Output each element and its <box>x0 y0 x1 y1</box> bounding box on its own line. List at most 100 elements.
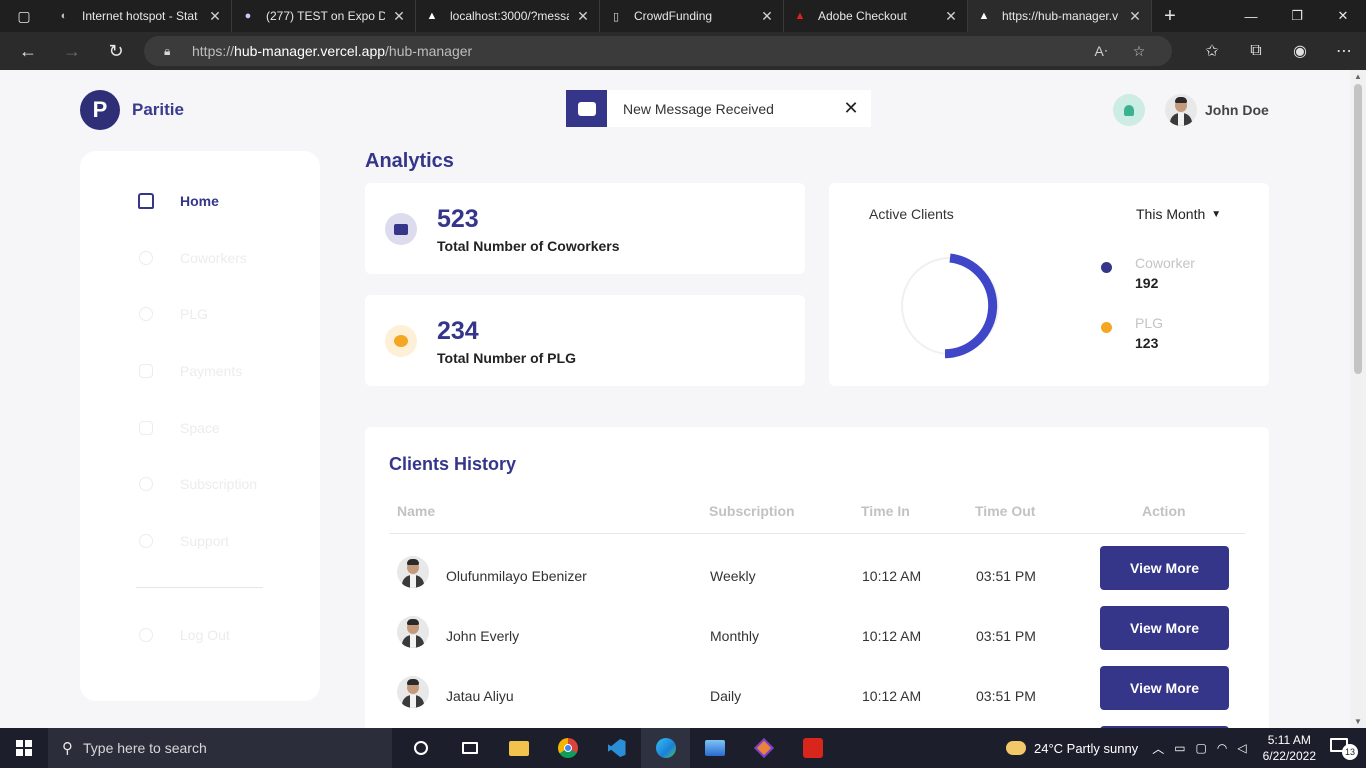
sidebar-item-plg[interactable]: PLG <box>136 304 208 324</box>
donut-chart <box>901 253 999 359</box>
brand-logo[interactable]: P Paritie <box>80 90 184 130</box>
space-icon <box>136 418 156 438</box>
tab-title: Adobe Checkout <box>818 9 907 23</box>
table-row: John Everly Monthly 10:12 AM 03:51 PM Vi… <box>365 606 1269 666</box>
browser-tab[interactable]: ◐ Internet hotspot - Stat ✕ <box>48 0 232 32</box>
close-tab-icon[interactable]: ✕ <box>575 8 591 25</box>
search-icon: ⚲ <box>62 740 73 757</box>
toast-text: New Message Received <box>623 100 774 117</box>
chrome-icon[interactable] <box>543 728 592 768</box>
scroll-down-icon[interactable]: ▼ <box>1350 717 1366 726</box>
notification-center-icon[interactable]: 13 <box>1330 738 1358 760</box>
client-name: Olufunmilayo Ebenizer <box>446 568 587 584</box>
period-dropdown[interactable]: This Month ▼ <box>1136 206 1221 222</box>
sidebar-item-payments[interactable]: Payments <box>136 361 242 381</box>
read-aloud-icon[interactable]: Aᐧ <box>1082 43 1120 60</box>
restore-icon[interactable]: ❐ <box>1274 0 1320 32</box>
close-tab-icon[interactable]: ✕ <box>759 8 775 25</box>
subscription: Weekly <box>710 568 756 584</box>
active-clients-title: Active Clients <box>869 206 954 222</box>
close-tab-icon[interactable]: ✕ <box>1127 8 1143 25</box>
file-explorer-icon[interactable] <box>494 728 543 768</box>
page-scrollbar[interactable]: ▲ ▼ <box>1350 70 1366 728</box>
scrollbar-thumb[interactable] <box>1354 84 1362 374</box>
legend-dot <box>1101 262 1112 273</box>
brand-name: Paritie <box>132 100 184 119</box>
back-icon[interactable]: ← <box>6 32 50 70</box>
header-divider <box>389 533 1245 534</box>
paritie-logo-icon: P <box>80 90 120 130</box>
cortana-icon[interactable] <box>396 728 445 768</box>
sidebar-item-logout[interactable]: Log Out <box>136 625 230 645</box>
volume-icon[interactable]: ◁ <box>1237 741 1246 755</box>
clock[interactable]: 5:11 AM 6/22/2022 <box>1263 732 1316 764</box>
collections-icon[interactable]: ⧉ <box>1234 42 1278 60</box>
close-window-icon[interactable]: ✕ <box>1320 0 1366 32</box>
plg-icon <box>136 304 156 324</box>
legend-value: 192 <box>1135 275 1159 291</box>
edge-icon[interactable] <box>641 728 690 768</box>
sidebar-item-subscription[interactable]: Subscription <box>136 474 257 494</box>
refresh-icon[interactable]: ↻ <box>94 32 138 70</box>
view-more-button[interactable]: View More <box>1100 546 1229 590</box>
sidebar-item-label: Payments <box>180 363 243 379</box>
view-more-button[interactable]: View More <box>1100 666 1229 710</box>
legend-dot <box>1101 322 1112 333</box>
wifi-icon[interactable]: ◠ <box>1217 741 1227 755</box>
browser-tab[interactable]: ▲ Adobe Checkout ✕ <box>784 0 968 32</box>
battery-icon[interactable]: ▭ <box>1174 741 1185 755</box>
user-menu[interactable]: John Doe <box>1165 94 1269 126</box>
new-tab-icon[interactable]: + <box>1152 5 1188 28</box>
time-out: 03:51 PM <box>976 688 1036 704</box>
chevron-up-icon[interactable]: ︿ <box>1152 740 1164 757</box>
search-placeholder: Type here to search <box>83 740 207 756</box>
task-view-icon[interactable] <box>445 728 494 768</box>
close-tab-icon[interactable]: ✕ <box>943 8 959 25</box>
browser-tab[interactable]: ▲ localhost:3000/?messa ✕ <box>416 0 600 32</box>
start-button[interactable] <box>0 728 48 768</box>
weather-widget[interactable]: 24°C Partly sunny <box>1005 741 1138 756</box>
support-icon <box>136 531 156 551</box>
avatar <box>397 616 429 648</box>
tab-title: localhost:3000/?messa <box>450 9 569 23</box>
sidebar-item-support[interactable]: Support <box>136 531 229 551</box>
time-out: 03:51 PM <box>976 568 1036 584</box>
close-tab-icon[interactable]: ✕ <box>391 8 407 25</box>
time-in: 10:12 AM <box>862 688 922 704</box>
tab-actions-icon[interactable]: ▢ <box>0 0 48 32</box>
url-field[interactable]: 🔒︎ https://hub-manager.vercel.app/hub-ma… <box>144 36 1172 66</box>
sidebar-item-label: Log Out <box>180 627 230 643</box>
sidebar-divider <box>136 587 263 588</box>
browser-tab[interactable]: ● (277) TEST on Expo De ✕ <box>232 0 416 32</box>
minimize-icon[interactable]: — <box>1228 0 1274 32</box>
photos-icon[interactable] <box>690 728 739 768</box>
device-icon[interactable]: ▢ <box>1196 741 1207 755</box>
sidebar-item-home[interactable]: Home <box>136 191 219 211</box>
close-tab-icon[interactable]: ✕ <box>207 8 223 25</box>
url-scheme: https:// <box>192 43 235 59</box>
notification-bell-icon[interactable] <box>1113 94 1145 126</box>
legend-label: Coworker <box>1135 255 1195 271</box>
toast-close-icon[interactable]: ✕ <box>831 98 871 119</box>
active-clients-card: Active Clients This Month ▼ Coworker 192… <box>829 183 1269 386</box>
legend-label: PLG <box>1135 315 1164 331</box>
stat-label: Total Number of Coworkers <box>437 238 620 254</box>
acrobat-icon[interactable] <box>788 728 837 768</box>
forward-icon[interactable]: → <box>50 32 94 70</box>
vscode-icon[interactable] <box>592 728 641 768</box>
profile-icon[interactable]: ◉ <box>1278 41 1322 61</box>
browser-tab-active[interactable]: ▲ https://hub-manager.v ✕ <box>968 0 1152 32</box>
notification-count: 13 <box>1342 744 1358 760</box>
git-icon[interactable] <box>739 728 788 768</box>
sidebar-item-space[interactable]: Space <box>136 418 220 438</box>
more-menu-icon[interactable]: ⋯ <box>1322 41 1366 61</box>
view-more-button[interactable]: View More <box>1100 606 1229 650</box>
browser-tab[interactable]: ▯ CrowdFunding ✕ <box>600 0 784 32</box>
taskbar-search[interactable]: ⚲ Type here to search <box>48 728 392 768</box>
favorite-add-icon[interactable]: ☆ <box>1120 43 1158 60</box>
scroll-up-icon[interactable]: ▲ <box>1350 72 1366 81</box>
sidebar-item-coworkers[interactable]: Coworkers <box>136 248 247 268</box>
favorites-icon[interactable]: ✩ <box>1190 41 1234 61</box>
chevron-down-icon: ▼ <box>1211 208 1222 220</box>
subscription-icon <box>136 474 156 494</box>
